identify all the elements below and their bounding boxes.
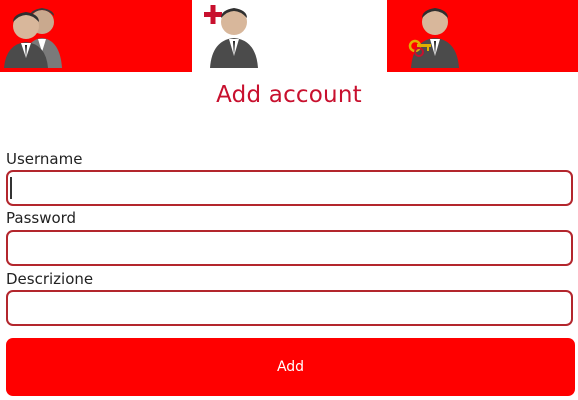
tab-accounts[interactable] xyxy=(0,0,192,72)
admin-key-icon xyxy=(408,8,459,68)
users-group-icon xyxy=(4,8,62,68)
description-input[interactable] xyxy=(6,290,573,326)
password-label: Password xyxy=(6,209,77,227)
app-root: Add account Username Password Descrizion… xyxy=(0,0,578,400)
tab-admin[interactable] xyxy=(387,0,578,72)
description-label: Descrizione xyxy=(6,270,94,288)
username-input[interactable] xyxy=(6,170,573,206)
password-input[interactable] xyxy=(6,230,573,266)
username-label: Username xyxy=(6,150,83,168)
tab-add-account[interactable] xyxy=(192,0,387,72)
tab-bar xyxy=(0,0,578,72)
add-button[interactable]: Add xyxy=(6,338,575,396)
add-user-icon xyxy=(204,5,258,68)
page-title: Add account xyxy=(216,82,362,108)
text-cursor xyxy=(10,177,12,199)
